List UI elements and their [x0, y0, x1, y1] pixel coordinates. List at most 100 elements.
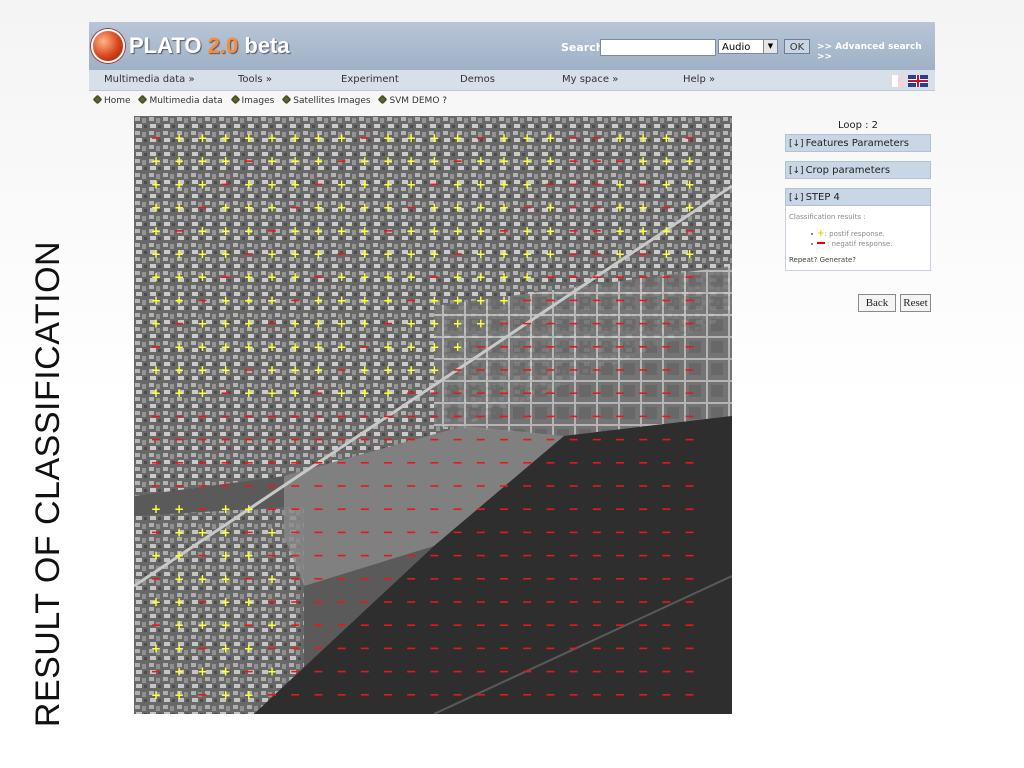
reset-button[interactable]: Reset: [900, 294, 931, 312]
positive-mark: +: [290, 247, 300, 261]
breadcrumb-multimedia[interactable]: Multimedia data: [149, 96, 222, 106]
positive-mark: +: [267, 618, 277, 632]
positive-mark: +: [290, 131, 300, 145]
positive-mark: +: [244, 293, 254, 307]
positive-mark: +: [313, 131, 323, 145]
positive-mark: +: [197, 665, 207, 679]
positive-mark: +: [221, 247, 231, 261]
bullet-icon: [138, 94, 148, 105]
positive-mark: +: [661, 177, 671, 191]
positive-mark: +: [267, 270, 277, 284]
positive-mark: +: [267, 363, 277, 377]
positive-mark: +: [406, 247, 416, 261]
positive-mark: +: [151, 386, 161, 400]
positive-mark: +: [221, 641, 231, 655]
positive-mark: +: [615, 201, 625, 215]
positive-mark: +: [360, 201, 370, 215]
menu-item-help[interactable]: Help »: [683, 74, 715, 85]
positive-mark: +: [221, 201, 231, 215]
positive-mark: +: [406, 270, 416, 284]
plato-logo[interactable]: PLATO 2.0 beta: [91, 28, 290, 64]
positive-mark: +: [151, 201, 161, 215]
positive-mark: +: [429, 247, 439, 261]
positive-mark: +: [313, 317, 323, 331]
positive-mark: +: [174, 572, 184, 586]
repeat-generate-link[interactable]: Repeat? Generate?: [789, 256, 927, 264]
advanced-search-link[interactable]: >> Advanced search >>: [817, 42, 935, 62]
positive-mark: +: [290, 340, 300, 354]
positive-mark: +: [453, 270, 463, 284]
positive-mark: +: [476, 247, 486, 261]
positive-mark: +: [337, 224, 347, 238]
positive-mark: +: [522, 177, 532, 191]
positive-mark: +: [360, 363, 370, 377]
breadcrumb-satellites[interactable]: Satellites Images: [293, 96, 370, 106]
breadcrumb-svm-demo[interactable]: SVM DEMO ?: [389, 96, 447, 106]
positive-mark: +: [197, 386, 207, 400]
positive-mark: +: [453, 201, 463, 215]
uk-flag-icon[interactable]: [908, 75, 928, 87]
positive-mark: +: [522, 131, 532, 145]
positive-mark: +: [522, 270, 532, 284]
positive-mark: +: [151, 688, 161, 702]
positive-mark: +: [313, 340, 323, 354]
slide-caption: RESULT OF CLASSIFICATION: [29, 240, 67, 728]
positive-mark: +: [406, 131, 416, 145]
menu-item-demos[interactable]: Demos: [460, 74, 495, 85]
breadcrumb-images[interactable]: Images: [242, 96, 275, 106]
positive-mark: +: [221, 595, 231, 609]
positive-mark: +: [244, 386, 254, 400]
french-flag-icon[interactable]: [886, 75, 904, 87]
menu-item-tools[interactable]: Tools »: [238, 74, 272, 85]
breadcrumb-home[interactable]: Home: [104, 96, 131, 106]
positive-mark: +: [267, 177, 277, 191]
positive-mark: +: [406, 363, 416, 377]
positive-mark: +: [406, 340, 416, 354]
positive-mark: +: [221, 502, 231, 516]
positive-mark: +: [174, 247, 184, 261]
menu-item-multimedia[interactable]: Multimedia data »: [104, 74, 195, 85]
positive-mark: +: [360, 293, 370, 307]
positive-mark: +: [290, 270, 300, 284]
expand-icon: [↓]: [789, 166, 804, 176]
positive-mark: +: [290, 386, 300, 400]
search-ok-button[interactable]: OK: [784, 39, 810, 54]
logo-text: PLATO 2.0 beta: [129, 33, 290, 58]
positive-mark: +: [337, 386, 347, 400]
positive-mark: +: [337, 293, 347, 307]
search-input[interactable]: [600, 39, 716, 56]
positive-mark: +: [429, 293, 439, 307]
classification-overlay: + + + + + + + + + + + + + + + + + + + + + + + + + + + + + + + + + + + + + + + +…: [134, 116, 732, 714]
crop-parameters-header[interactable]: [↓] Crop parameters: [785, 161, 931, 179]
positive-mark: +: [685, 177, 695, 191]
expand-icon: [↓]: [789, 139, 804, 149]
menu-item-experiment[interactable]: Experiment: [341, 74, 399, 85]
positive-mark: +: [476, 154, 486, 168]
positive-mark: +: [383, 131, 393, 145]
positive-mark: +: [174, 502, 184, 516]
positive-mark: +: [638, 131, 648, 145]
positive-mark: +: [360, 224, 370, 238]
features-parameters-header[interactable]: [↓] Features Parameters: [785, 134, 931, 152]
positive-mark: +: [638, 201, 648, 215]
positive-mark: +: [267, 525, 277, 539]
positive-mark: +: [453, 131, 463, 145]
bullet-icon: [92, 94, 103, 105]
positive-mark: +: [476, 224, 486, 238]
positive-mark: +: [221, 131, 231, 145]
positive-mark: +: [545, 154, 555, 168]
positive-mark: +: [383, 363, 393, 377]
positive-mark: +: [244, 177, 254, 191]
media-type-select[interactable]: Audio ▼: [718, 39, 778, 54]
positive-mark: +: [661, 131, 671, 145]
main-menu: Multimedia data » Tools » Experiment Dem…: [89, 70, 935, 91]
step-4-header[interactable]: [↓] STEP 4: [785, 188, 931, 206]
back-button[interactable]: Back: [858, 294, 896, 312]
positive-mark: +: [244, 502, 254, 516]
site-header: PLATO 2.0 beta Search Audio ▼ OK >> Advan…: [89, 22, 935, 70]
menu-item-my-space[interactable]: My space »: [562, 74, 618, 85]
positive-mark: +: [197, 618, 207, 632]
positive-mark: +: [383, 247, 393, 261]
positive-mark: +: [476, 293, 486, 307]
positive-mark: +: [221, 293, 231, 307]
